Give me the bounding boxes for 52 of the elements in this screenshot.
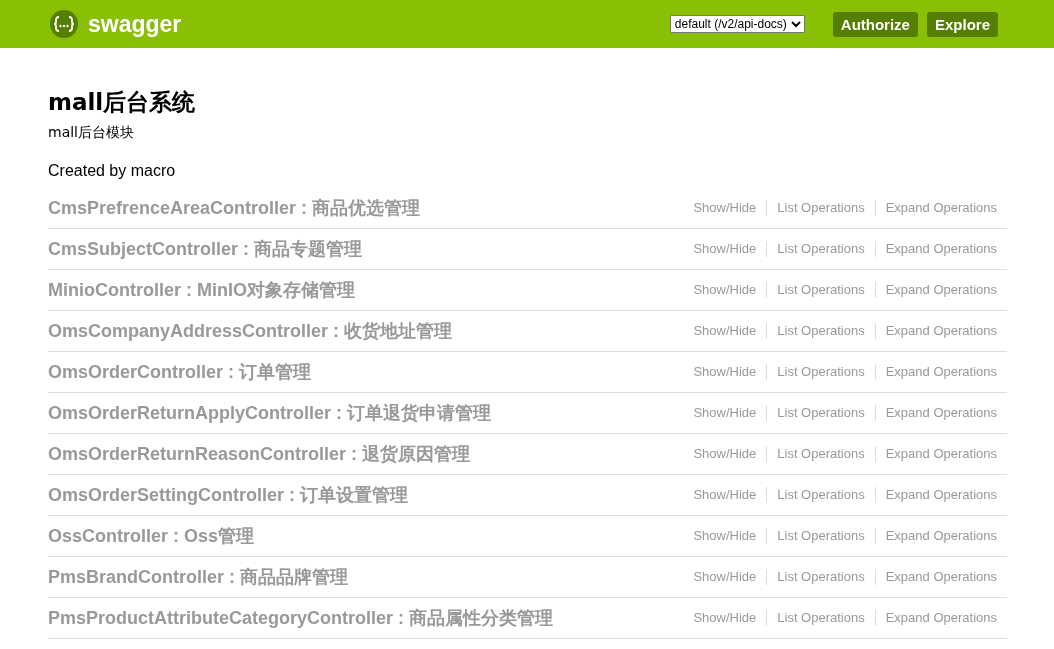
controller-link[interactable]: OssController : Oss管理 [48, 524, 684, 548]
operation-link[interactable]: Expand Operations [874, 569, 1007, 585]
operation-link[interactable]: Expand Operations [874, 405, 1007, 421]
operation-link[interactable]: Show/Hide [683, 241, 767, 257]
controller-link[interactable]: OmsOrderSettingController : 订单设置管理 [48, 483, 684, 507]
operation-link[interactable]: Show/Hide [683, 610, 767, 626]
operation-link[interactable]: Expand Operations [874, 200, 1007, 216]
operation-link[interactable]: List Operations [766, 323, 875, 339]
logo-icon [49, 9, 79, 39]
controller-link[interactable]: CmsPrefrenceAreaController : 商品优选管理 [48, 196, 684, 220]
operation-link[interactable]: Show/Hide [683, 487, 767, 503]
operation-link[interactable]: List Operations [766, 241, 875, 257]
operation-link[interactable]: Expand Operations [874, 528, 1007, 544]
api-title: mall后台系统 [48, 88, 197, 116]
operation-link[interactable]: List Operations [766, 487, 875, 503]
api-description: mall后台模块 [48, 124, 135, 142]
operation-link[interactable]: Expand Operations [874, 282, 1007, 298]
operation-link[interactable]: Expand Operations [874, 364, 1007, 380]
controller-link[interactable]: MinioController : MinIO对象存储管理 [48, 278, 684, 302]
operation-link[interactable]: List Operations [766, 569, 875, 585]
controller-link[interactable]: OmsOrderController : 订单管理 [48, 360, 684, 384]
operation-link[interactable]: Show/Hide [683, 528, 767, 544]
operation-link[interactable]: Show/Hide [683, 364, 767, 380]
controller-link[interactable]: OmsOrderReturnApplyController : 订单退货申请管理 [48, 401, 684, 425]
operation-link[interactable]: Expand Operations [874, 610, 1007, 626]
controller-link[interactable]: CmsSubjectController : 商品专题管理 [48, 237, 684, 261]
spec-select[interactable]: default (/v2/api-docs) [669, 15, 805, 33]
operation-link[interactable]: List Operations [766, 282, 875, 298]
created-by-text: Created by macro [48, 162, 177, 180]
controller-link[interactable]: OmsOrderReturnReasonController : 退货原因管理 [48, 442, 684, 466]
operation-link[interactable]: List Operations [766, 405, 875, 421]
header-button[interactable]: Authorize [832, 11, 918, 37]
operation-link[interactable]: Expand Operations [874, 241, 1007, 257]
brand-name: swagger [88, 10, 182, 38]
controller-link[interactable]: OmsCompanyAddressController : 收货地址管理 [48, 319, 684, 343]
controller-link[interactable]: PmsProductAttributeCategoryController : 商品属性分类管理 [48, 606, 684, 630]
operation-link[interactable]: Expand Operations [874, 446, 1007, 462]
controller-link[interactable]: PmsBrandController : 商品品牌管理 [48, 565, 684, 589]
operation-link[interactable]: Expand Operations [874, 323, 1007, 339]
operation-link[interactable]: Show/Hide [683, 569, 767, 585]
operation-link[interactable]: List Operations [766, 528, 875, 544]
header-button[interactable]: Explore [926, 11, 998, 37]
operation-link[interactable]: Show/Hide [683, 446, 767, 462]
operation-link[interactable]: List Operations [766, 200, 875, 216]
operation-link[interactable]: List Operations [766, 364, 875, 380]
operation-link[interactable]: Show/Hide [683, 200, 767, 216]
operation-link[interactable]: Show/Hide [683, 323, 767, 339]
operation-link[interactable]: Show/Hide [683, 405, 767, 421]
operation-link[interactable]: Show/Hide [683, 282, 767, 298]
operation-link[interactable]: Expand Operations [874, 487, 1007, 503]
operation-link[interactable]: List Operations [766, 446, 875, 462]
operation-link[interactable]: List Operations [766, 610, 875, 626]
